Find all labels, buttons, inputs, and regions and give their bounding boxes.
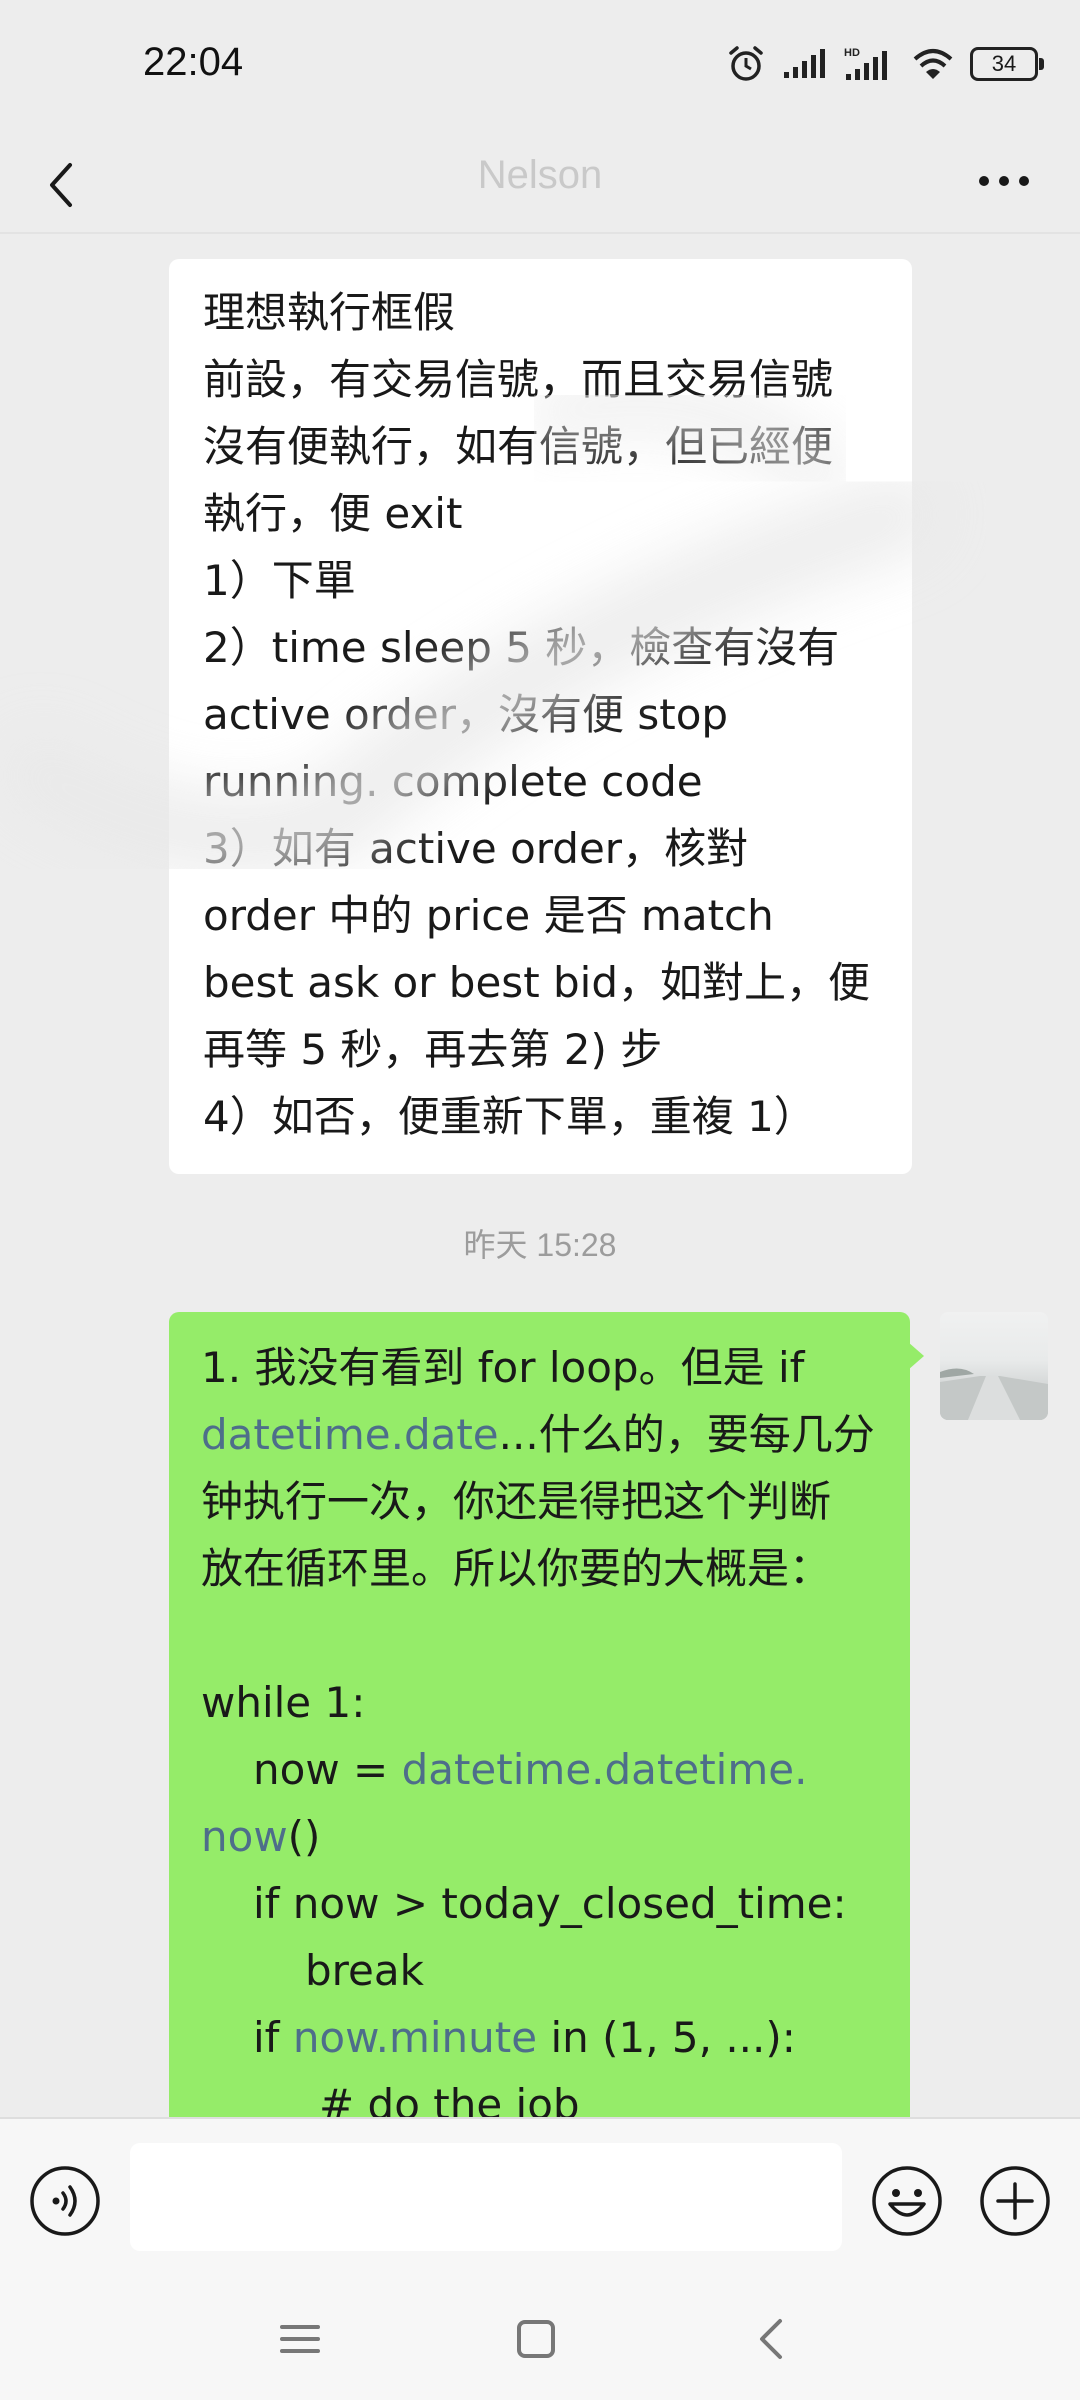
message-text: now = xyxy=(253,1745,402,1794)
message-text: ...什么的，要每几分 xyxy=(498,1410,875,1459)
avatar[interactable] xyxy=(940,1312,1048,1420)
message-link[interactable]: datetime.datetime. xyxy=(402,1745,808,1794)
emoji-icon[interactable] xyxy=(870,2164,944,2238)
message-line: if now > today_closed_time: xyxy=(253,1879,847,1928)
message-text: in (1, 5, ...): xyxy=(537,2013,796,2062)
message-line: 前設，有交易信號，而且交易信號 xyxy=(203,355,834,404)
plus-icon[interactable] xyxy=(978,2164,1052,2238)
bubble-tail xyxy=(908,1342,924,1370)
message-link[interactable]: now xyxy=(201,1812,288,1861)
voice-icon[interactable] xyxy=(28,2164,102,2238)
message-line: 理想執行框假 xyxy=(203,288,456,337)
message-line: 1）下單 xyxy=(203,556,356,605)
incoming-message-bubble[interactable]: 理想執行框假 前設，有交易信號，而且交易信號 沒有便執行，如有信號，但已經便 執… xyxy=(169,259,912,1174)
outgoing-message-bubble[interactable]: 1. 我没有看到 for loop。但是 if datetime.date...… xyxy=(169,1312,910,2117)
message-line: 執行，便 exit xyxy=(203,489,463,538)
home-square-icon[interactable] xyxy=(506,2309,566,2369)
message-line: if now.minute in (1, 5, ...): xyxy=(201,2004,880,2071)
message-line: 3）如有 active order，核對 xyxy=(203,824,749,873)
signal-hd-icon: HD xyxy=(844,47,887,80)
status-time: 22:04 xyxy=(143,40,244,84)
chat-title: Nelson xyxy=(477,153,603,197)
svg-text:HD: HD xyxy=(844,47,860,59)
chat-messages[interactable]: 理想執行框假 前設，有交易信號，而且交易信號 沒有便執行，如有信號，但已經便 執… xyxy=(0,234,1080,2117)
message-input[interactable] xyxy=(130,2143,842,2251)
message-line: # do the job xyxy=(319,2080,580,2117)
status-bar: 22:04 HD 34 xyxy=(0,0,1080,135)
message-line: datetime.date...什么的，要每几分 xyxy=(201,1401,880,1468)
avatar-image xyxy=(940,1368,1048,1420)
message-line: 2）time sleep 5 秒，檢查有沒有 xyxy=(203,623,840,672)
signal-icon xyxy=(784,49,825,78)
more-dots-icon[interactable] xyxy=(950,145,1050,225)
message-line: now = datetime.datetime. xyxy=(201,1736,880,1803)
message-line: now() xyxy=(201,1803,880,1870)
system-nav-bar xyxy=(0,2285,1080,2400)
message-line: best ask or best bid，如對上，便 xyxy=(203,958,870,1007)
alarm-icon xyxy=(729,46,763,81)
chat-header: Nelson xyxy=(0,135,1080,235)
message-text: if xyxy=(253,2013,293,2062)
message-line: break xyxy=(305,1946,424,1995)
message-timestamp: 昨天 15:28 xyxy=(463,1227,617,1263)
message-line: active order，沒有便 stop xyxy=(203,690,729,739)
message-line: 钟执行一次，你还是得把这个判断 xyxy=(201,1477,832,1526)
back-triangle-icon[interactable] xyxy=(742,2309,802,2369)
battery-indicator: 34 xyxy=(970,47,1044,81)
message-link[interactable]: now.minute xyxy=(293,2013,537,2062)
message-line: 1. 我没有看到 for loop。但是 if xyxy=(201,1343,805,1392)
wifi-icon xyxy=(913,49,953,79)
message-line: running. complete code xyxy=(203,757,703,806)
message-line: 再等 5 秒，再去第 2) 步 xyxy=(203,1025,663,1074)
status-icons: HD 34 xyxy=(726,44,1044,84)
message-line: 沒有便執行，如有信號，但已經便 xyxy=(203,422,834,471)
message-line: 4）如否，便重新下單，重複 1） xyxy=(203,1092,816,1141)
message-line: order 中的 price 是否 match xyxy=(203,891,774,940)
message-text: () xyxy=(287,1812,321,1861)
message-line: 放在循环里。所以你要的大概是： xyxy=(201,1544,832,1593)
menu-icon[interactable] xyxy=(270,2309,330,2369)
message-link[interactable]: datetime.date xyxy=(201,1410,499,1459)
message-line: while 1: xyxy=(201,1678,366,1727)
input-bar xyxy=(0,2117,1080,2287)
